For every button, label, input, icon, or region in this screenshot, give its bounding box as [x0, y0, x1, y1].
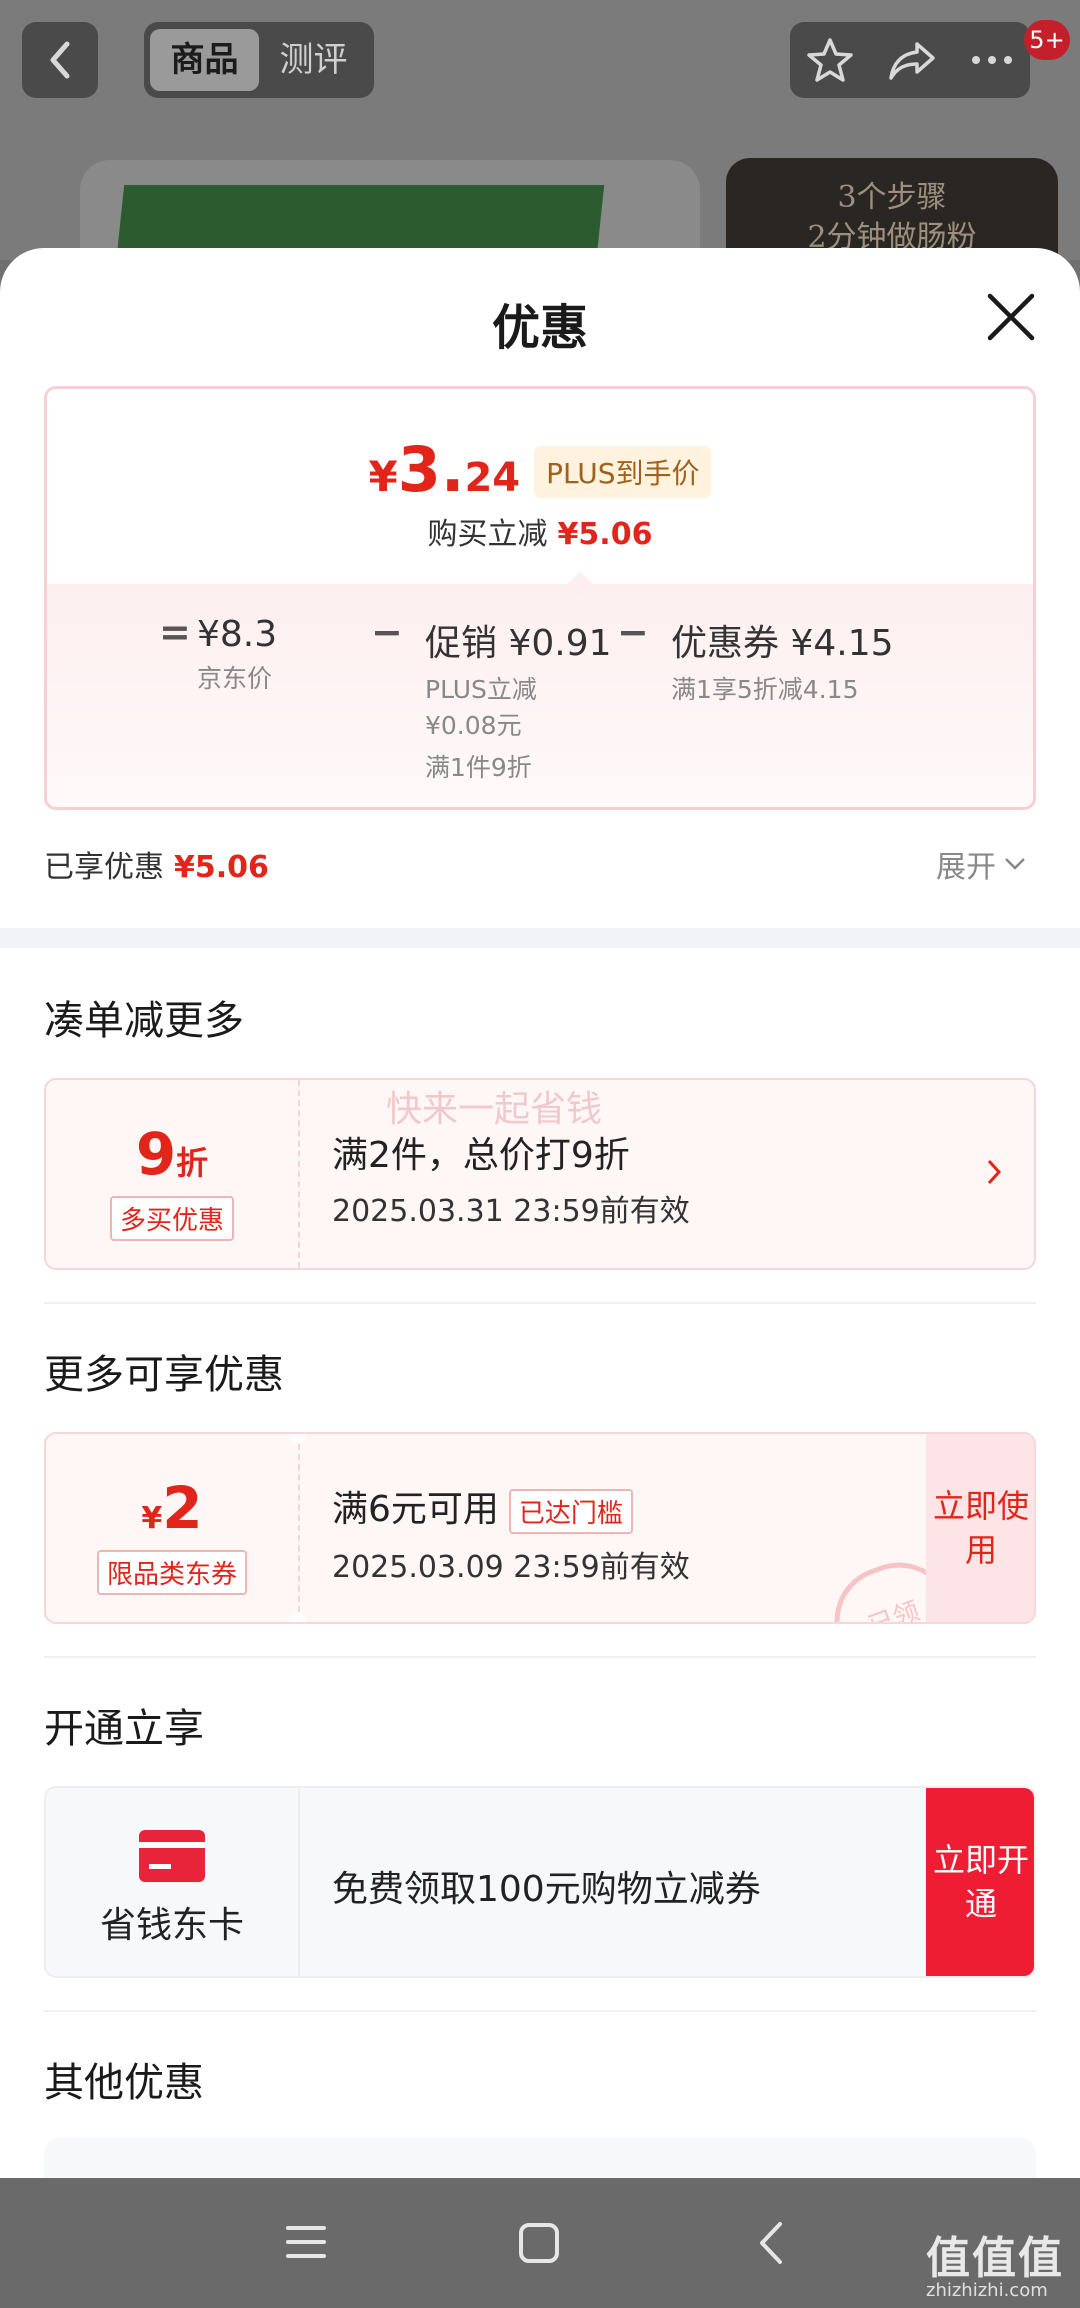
breakdown-promotion: 促销 ¥0.91 PLUS立减 ¥0.08元 满1件9折: [425, 614, 612, 786]
bundle-discount-info: 满2件，总价打9折 2025.03.31 23:59前有效: [332, 1126, 690, 1230]
promotion-value: 促销 ¥0.91: [425, 623, 612, 664]
promotion-line-3: 满1件9折: [425, 753, 532, 782]
price-summary: ¥3.24 PLUS到手价 购买立减 ¥5.06 = ¥8.3 京东价 − 促销 …: [44, 386, 1036, 810]
coupon-value: ¥2 限品类东券: [46, 1434, 300, 1622]
ticket-notch: [289, 1613, 307, 1622]
coupon-threshold: 满6元可用: [332, 1489, 499, 1530]
coupon-expiry: 2025.03.09 23:59前有效: [332, 1549, 690, 1585]
tab-product[interactable]: 商品: [150, 29, 259, 91]
menu-icon[interactable]: [286, 2224, 326, 2260]
sheet-title: 优惠: [491, 300, 588, 356]
chevron-down-icon: [1005, 858, 1025, 870]
minus-sign: −: [617, 610, 649, 654]
bundle-discount-rule: 满2件，总价打9折: [332, 1135, 630, 1176]
promotion-line-1: PLUS立减: [425, 675, 537, 704]
final-price: ¥3.24: [368, 433, 521, 506]
watermark-logo: 值值值: [926, 2233, 1064, 2284]
expand-label: 展开: [936, 850, 996, 885]
other-offers-card[interactable]: [44, 2138, 1036, 2178]
discount-sheet: 优惠 ¥3.24 PLUS到手价 购买立减 ¥5.06 = ¥8.3 京东价 − …: [0, 248, 1080, 2178]
divider: [44, 2010, 1036, 2012]
bundle-discount-card[interactable]: 快来一起省钱 9折 多买优惠 满2件，总价打9折 2025.03.31 23:5…: [44, 1078, 1036, 1270]
card-icon: [139, 1830, 205, 1882]
chevron-right-icon: [987, 1159, 1002, 1185]
coupon-value: 优惠券 ¥4.15: [671, 623, 894, 664]
membership-card-badge: 省钱东卡: [46, 1788, 300, 1976]
coupon-card[interactable]: ¥2 限品类东券 满6元可用 已达门槛 2025.03.09 23:59前有效 已…: [44, 1432, 1036, 1624]
activate-now-button[interactable]: 立即开通: [926, 1788, 1034, 1976]
membership-info: 免费领取100元购物立减券: [332, 1860, 761, 1912]
membership-benefit: 免费领取100元购物立减券: [332, 1869, 761, 1910]
divider: [44, 1656, 1036, 1658]
use-now-button[interactable]: 立即使用: [926, 1434, 1034, 1622]
enjoyed-discount: 已享优惠 ¥5.06: [44, 842, 269, 886]
section-title-other: 其他优惠: [44, 2060, 204, 2106]
enjoyed-label: 已享优惠: [44, 850, 164, 885]
page-tab-switch: 商品 测评: [144, 22, 374, 98]
instant-discount: 购买立减 ¥5.06: [47, 509, 1033, 553]
star-icon[interactable]: [806, 36, 854, 84]
back-button[interactable]: [22, 22, 98, 98]
section-title-membership: 开通立享: [44, 1706, 204, 1752]
threshold-reached-badge: 已达门槛: [508, 1488, 633, 1534]
breakdown-list-price: ¥8.3 京东价: [197, 614, 277, 697]
discount-number: 9: [135, 1120, 177, 1188]
enjoyed-value: ¥5.06: [174, 850, 269, 885]
discount-unit: 折: [176, 1144, 209, 1182]
final-price-row: ¥3.24 PLUS到手价: [47, 433, 1033, 506]
system-nav-bar: 值值值 zhizhizhi.com: [0, 2178, 1080, 2308]
list-price-value: ¥8.3: [197, 614, 278, 655]
back-nav-icon[interactable]: [756, 2220, 786, 2266]
home-icon[interactable]: [518, 2222, 560, 2264]
coupon-rule: 满1享5折减4.15: [671, 675, 859, 704]
bundle-discount-expiry: 2025.03.31 23:59前有效: [332, 1194, 690, 1229]
instant-discount-label: 购买立减: [427, 517, 548, 552]
coupon-info: 满6元可用 已达门槛 2025.03.09 23:59前有效: [332, 1480, 690, 1586]
top-actions: [790, 22, 1030, 98]
coupon-category-tag: 限品类东券: [96, 1550, 247, 1595]
share-icon[interactable]: [887, 38, 937, 82]
tab-review[interactable]: 测评: [259, 29, 368, 91]
notification-badge: 5+: [1024, 20, 1070, 60]
close-icon[interactable]: [984, 290, 1038, 344]
more-icon[interactable]: [970, 54, 1014, 66]
plus-price-tag: PLUS到手价: [534, 446, 712, 498]
breakdown-coupon: 优惠券 ¥4.15 满1享5折减4.15: [671, 614, 894, 708]
watermark-text: 快来一起省钱: [386, 1089, 603, 1130]
watermark-url: zhizhizhi.com: [926, 2280, 1048, 2301]
minus-sign: −: [371, 610, 403, 654]
section-separator: [0, 928, 1080, 948]
membership-card[interactable]: 省钱东卡 免费领取100元购物立减券 立即开通: [44, 1786, 1036, 1978]
instant-discount-value: ¥5.06: [557, 517, 653, 552]
list-price-label: 京东价: [197, 664, 273, 693]
divider: [44, 1302, 1036, 1304]
expand-button[interactable]: 展开: [936, 842, 1026, 886]
coupon-currency: ¥: [141, 1501, 163, 1536]
thumbnail-caption-1: 3个步骤: [837, 180, 947, 215]
coupon-amount: 2: [162, 1474, 203, 1542]
back-icon: [50, 41, 70, 79]
promotion-line-2: ¥0.08元: [425, 711, 522, 740]
membership-card-label: 省钱东卡: [99, 1905, 244, 1946]
multi-buy-tag: 多买优惠: [109, 1196, 234, 1241]
section-title-bundle: 凑单减更多: [44, 998, 244, 1044]
section-title-more-offers: 更多可享优惠: [44, 1352, 284, 1398]
equals-sign: =: [159, 610, 191, 654]
bundle-discount-value: 9折 多买优惠: [46, 1080, 300, 1268]
price-breakdown: = ¥8.3 京东价 − 促销 ¥0.91 PLUS立减 ¥0.08元 满1件9…: [47, 584, 1033, 807]
